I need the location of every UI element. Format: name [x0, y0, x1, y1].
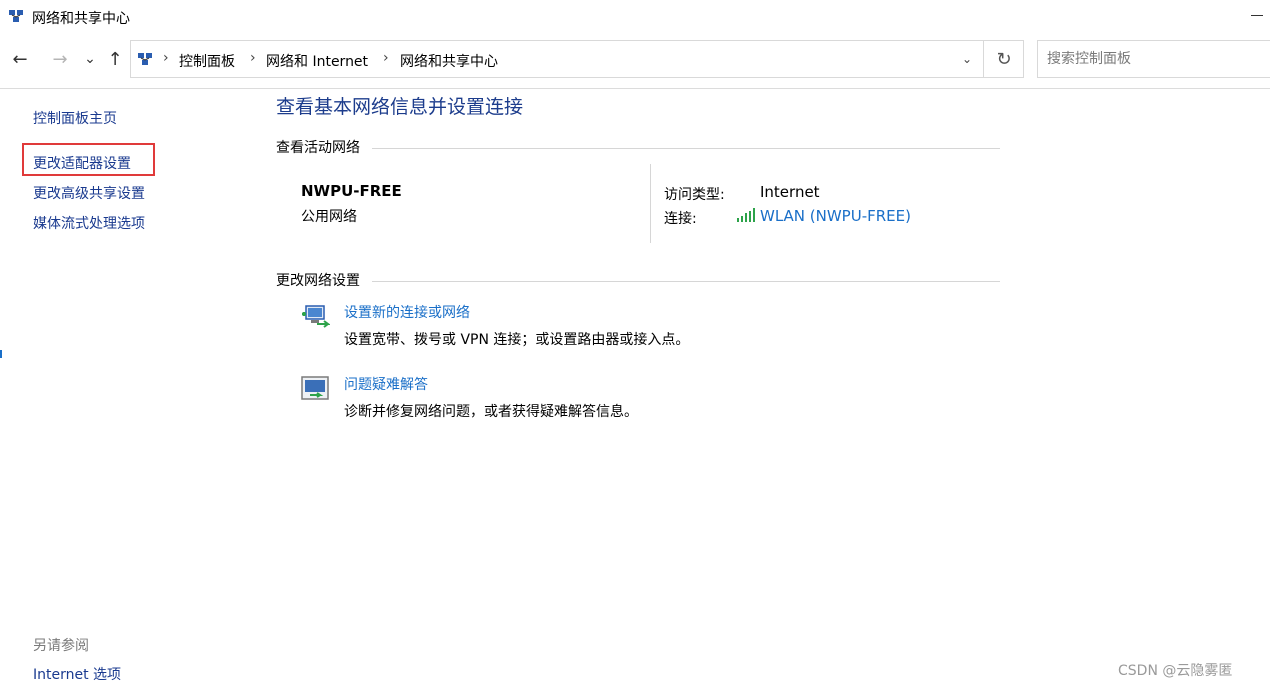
sidebar-link-control-panel-home[interactable]: 控制面板主页: [33, 108, 117, 128]
troubleshoot-description: 诊断并修复网络问题，或者获得疑难解答信息。: [344, 404, 638, 420]
refresh-button[interactable]: ↻: [984, 41, 1024, 77]
wifi-signal-icon: [737, 208, 755, 222]
active-networks-header: 查看活动网络: [276, 140, 360, 156]
search-input[interactable]: [1038, 41, 1270, 77]
address-dropdown-button[interactable]: ⌄: [951, 41, 983, 77]
up-button[interactable]: ↑: [104, 48, 126, 70]
divider: [650, 164, 651, 243]
new-connection-icon: [302, 305, 330, 328]
setup-new-connection-link[interactable]: 设置新的连接或网络: [344, 302, 470, 322]
network-center-icon: [138, 53, 152, 65]
network-type: 公用网络: [301, 209, 357, 225]
network-name: NWPU-FREE: [301, 182, 402, 200]
breadcrumb-separator-icon: ›: [250, 50, 256, 66]
breadcrumb-separator-icon: ›: [163, 50, 169, 66]
forward-button[interactable]: →: [49, 48, 71, 70]
troubleshoot-link[interactable]: 问题疑难解答: [344, 374, 428, 394]
forward-arrow-icon: →: [52, 48, 68, 70]
divider: [372, 148, 1000, 149]
access-type-label: 访问类型:: [664, 187, 725, 203]
minimize-button[interactable]: [1251, 15, 1263, 16]
network-center-icon: [9, 10, 23, 22]
connection-label: 连接:: [664, 211, 697, 227]
address-bar[interactable]: › 控制面板 › 网络和 Internet › 网络和共享中心 ⌄ ↻: [130, 40, 1024, 78]
change-settings-header: 更改网络设置: [276, 273, 360, 289]
sidebar-link-change-adapter-settings[interactable]: 更改适配器设置: [33, 153, 131, 173]
connection-link[interactable]: WLAN (NWPU-FREE): [760, 207, 911, 225]
sidebar-link-media-streaming-options[interactable]: 媒体流式处理选项: [33, 213, 145, 233]
breadcrumb-network-internet[interactable]: 网络和 Internet: [266, 51, 368, 71]
search-box[interactable]: [1037, 40, 1270, 78]
page-title: 查看基本网络信息并设置连接: [276, 96, 524, 118]
watermark: CSDN @云隐雾匿: [1118, 663, 1233, 679]
chevron-down-icon: ⌄: [961, 52, 973, 66]
breadcrumb-control-panel[interactable]: 控制面板: [179, 51, 235, 71]
back-arrow-icon: ←: [12, 48, 28, 70]
sidebar-link-advanced-sharing-settings[interactable]: 更改高级共享设置: [33, 183, 145, 203]
divider: [0, 88, 1270, 89]
title-bar: 网络和共享中心: [0, 0, 1270, 34]
sidebar-link-internet-options[interactable]: Internet 选项: [33, 664, 121, 684]
refresh-icon: ↻: [996, 48, 1012, 70]
setup-new-connection-description: 设置宽带、拨号或 VPN 连接；或设置路由器或接入点。: [344, 332, 690, 348]
divider: [372, 281, 1000, 282]
breadcrumb-network-sharing-center[interactable]: 网络和共享中心: [400, 51, 498, 71]
back-button[interactable]: ←: [9, 48, 31, 70]
breadcrumb-separator-icon: ›: [383, 50, 389, 66]
troubleshoot-icon: [301, 376, 329, 400]
up-arrow-icon: ↑: [107, 48, 123, 70]
recent-locations-button[interactable]: ⌄: [79, 48, 101, 70]
edge-marker: [0, 350, 2, 358]
access-type-value: Internet: [760, 183, 820, 201]
see-also-heading: 另请参阅: [33, 638, 89, 654]
window-title: 网络和共享中心: [32, 11, 130, 27]
chevron-down-icon: ⌄: [84, 51, 96, 67]
navigation-bar: ← → ⌄ ↑ › 控制面板 › 网络和 Internet › 网络和共享中心 …: [0, 36, 1270, 84]
